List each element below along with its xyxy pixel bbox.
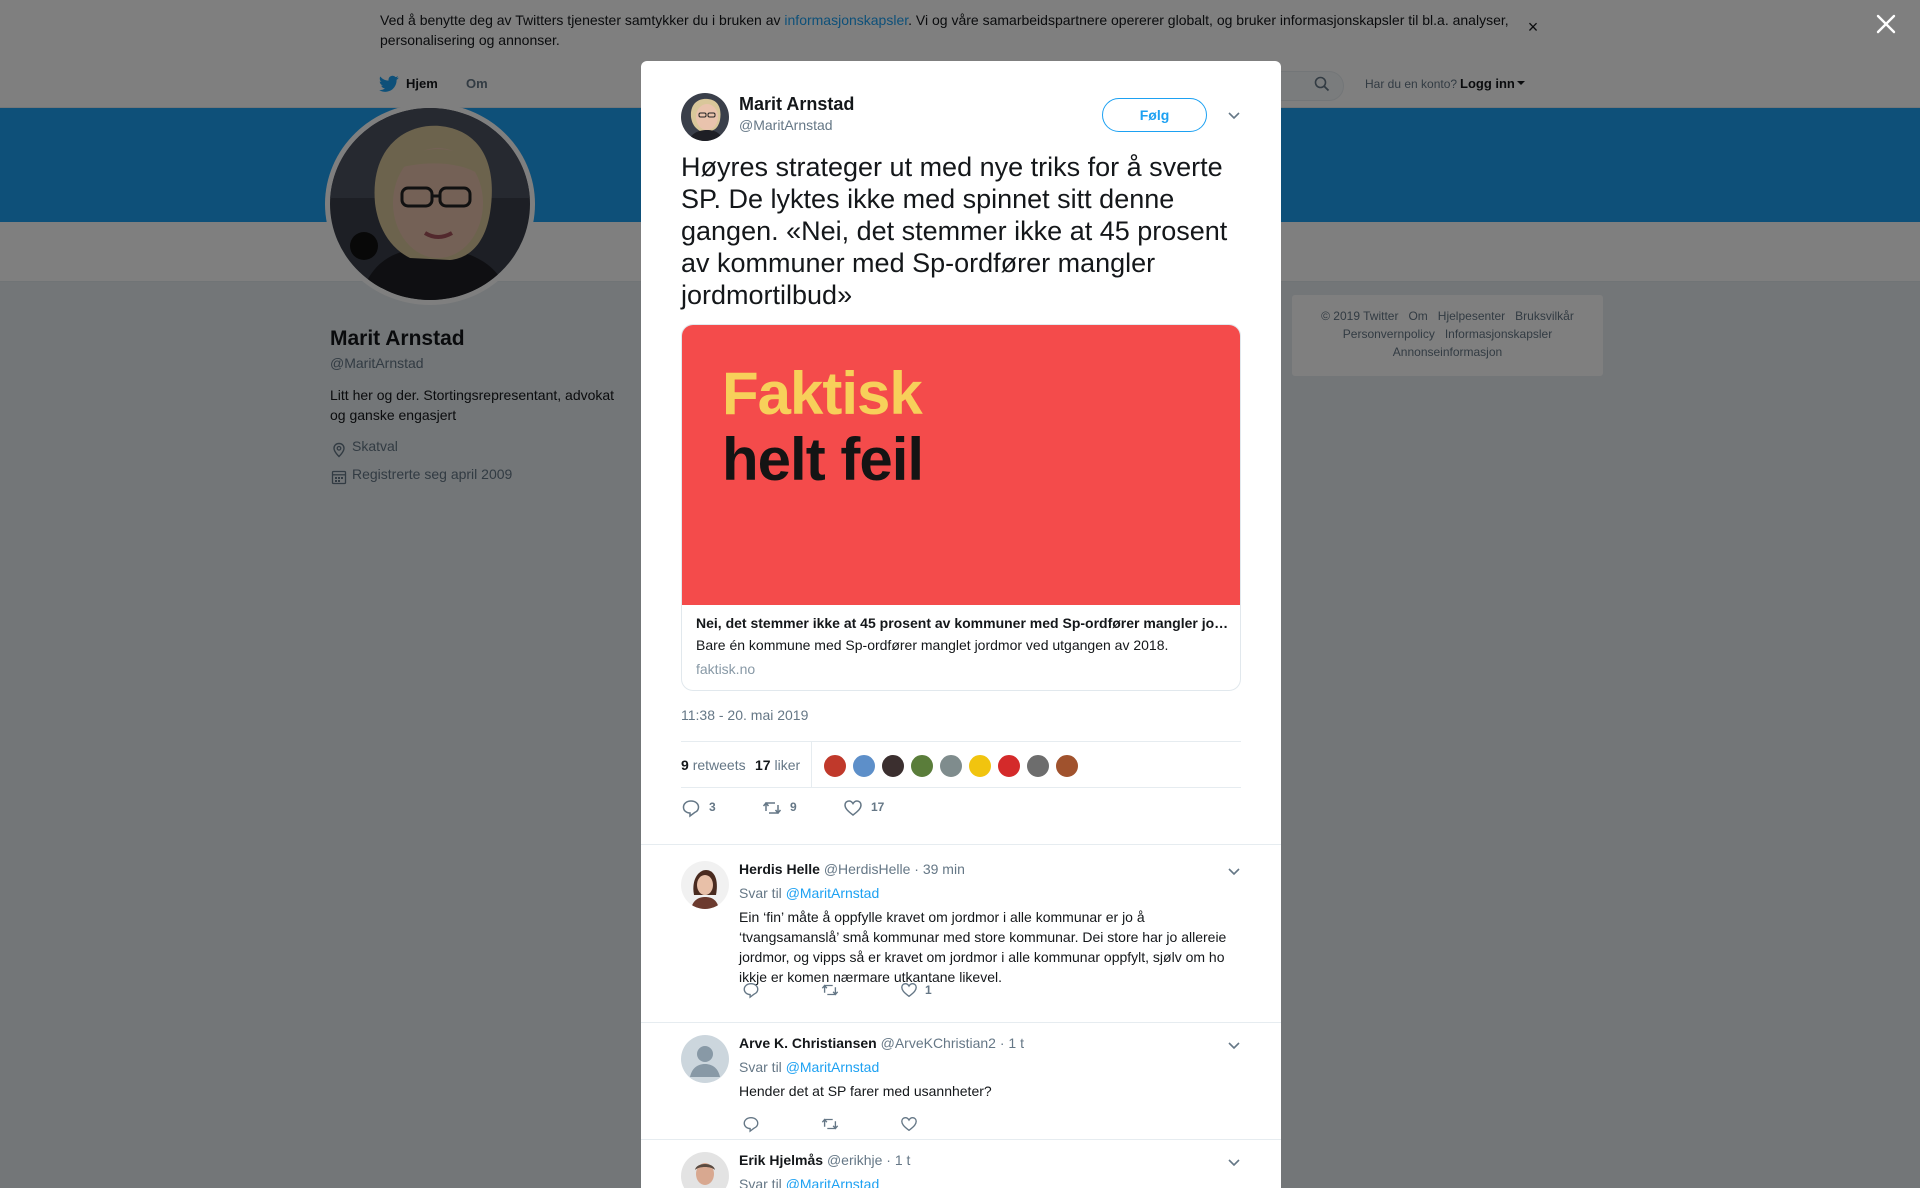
liker-avatar[interactable]: [1055, 754, 1079, 778]
reply-author-name[interactable]: Erik Hjelmås: [739, 1152, 823, 1168]
tweet-stats: 9 retweets 17 liker: [681, 741, 1241, 788]
follow-button[interactable]: Følg: [1102, 98, 1207, 132]
tweet-author-avatar[interactable]: [681, 93, 729, 141]
reply-header: Arve K. Christiansen @ArveKChristian2 · …: [739, 1035, 1024, 1051]
retweet-stat[interactable]: 9 retweets: [681, 757, 746, 773]
reply-count: 3: [709, 800, 716, 814]
card-image-title-line2: helt feil: [722, 426, 924, 493]
reply-to: Svar til @MaritArnstad: [739, 1059, 879, 1075]
reply-item[interactable]: Erik Hjelmås @erikhje · 1 t Svar til @Ma…: [641, 1139, 1281, 1188]
reply-author-handle[interactable]: @erikhje: [827, 1152, 882, 1168]
reply-actions: 1: [739, 981, 1039, 1001]
liker-avatar[interactable]: [852, 754, 876, 778]
like-count: 1: [925, 983, 932, 997]
replies-divider: [641, 836, 1281, 844]
reply-avatar[interactable]: [681, 1152, 729, 1188]
tweet-actions: 3 9 17: [681, 798, 981, 822]
liker-avatar[interactable]: [997, 754, 1021, 778]
liker-avatar[interactable]: [1026, 754, 1050, 778]
reply-to-label: Svar til: [739, 885, 782, 901]
liker-avatar[interactable]: [939, 754, 963, 778]
tweet-modal: Marit Arnstad @MaritArnstad Følg Høyres …: [641, 61, 1281, 1188]
retweet-icon: [821, 984, 839, 996]
retweet-stat-label: retweets: [692, 757, 746, 773]
reply-author-name[interactable]: Herdis Helle: [739, 861, 820, 877]
reply-avatar[interactable]: [681, 861, 729, 909]
link-card[interactable]: Faktisk helt feil Nei, det stemmer ikke …: [681, 324, 1241, 691]
reply-to-link[interactable]: @MaritArnstad: [786, 1176, 880, 1188]
chevron-down-icon[interactable]: [1227, 1038, 1241, 1052]
reply-to-label: Svar til: [739, 1176, 782, 1188]
liker-avatar[interactable]: [881, 754, 905, 778]
reply-text: Ein ‘fin’ måte å oppfylle kravet om jord…: [739, 909, 1227, 985]
liker-avatar[interactable]: [823, 754, 847, 778]
reply-to-link[interactable]: @MaritArnstad: [786, 1059, 880, 1075]
heart-icon: [844, 800, 862, 816]
reply-time[interactable]: · 1 t: [886, 1152, 910, 1168]
card-image-title-line1: Faktisk: [722, 360, 923, 427]
reply-author-handle[interactable]: @HerdisHelle: [824, 861, 911, 877]
card-domain: faktisk.no: [696, 661, 756, 677]
reply-header: Herdis Helle @HerdisHelle · 39 min: [739, 861, 965, 877]
card-description: Bare én kommune med Sp-ordfører manglet …: [696, 637, 1169, 653]
reply-time[interactable]: · 1 t: [1000, 1035, 1024, 1051]
liker-avatar[interactable]: [910, 754, 934, 778]
reply-time[interactable]: · 39 min: [914, 861, 965, 877]
card-title[interactable]: Nei, det stemmer ikke at 45 prosent av k…: [696, 615, 1231, 631]
reply-text: Hender det at SP farer med usannheter?: [739, 1083, 992, 1099]
retweet-icon: [821, 1118, 839, 1130]
card-image[interactable]: Faktisk helt feil: [682, 325, 1240, 605]
tweet-text: Høyres strateger ut med nye triks for å …: [681, 152, 1228, 310]
chevron-down-icon[interactable]: [1227, 1155, 1241, 1169]
retweet-stat-number: 9: [681, 757, 689, 773]
chevron-down-icon[interactable]: [1227, 864, 1241, 878]
reply-item[interactable]: Herdis Helle @HerdisHelle · 39 min Svar …: [641, 844, 1281, 1022]
reply-author-handle[interactable]: @ArveKChristian2: [881, 1035, 996, 1051]
heart-icon: [901, 983, 917, 998]
reply-actions: [739, 1115, 1039, 1135]
heart-icon: [901, 1117, 917, 1132]
reply-to: Svar til @MaritArnstad: [739, 1176, 879, 1188]
reply-to-link[interactable]: @MaritArnstad: [786, 885, 880, 901]
reply-icon: [682, 800, 700, 818]
reply-avatar[interactable]: [681, 1035, 729, 1083]
retweet-count: 9: [790, 800, 797, 814]
reply-to-label: Svar til: [739, 1059, 782, 1075]
chevron-down-icon[interactable]: [1227, 108, 1241, 122]
reply-header: Erik Hjelmås @erikhje · 1 t: [739, 1152, 910, 1168]
reply-icon: [743, 1117, 759, 1133]
tweet-author-handle[interactable]: @MaritArnstad: [739, 117, 833, 133]
reply-author-name[interactable]: Arve K. Christiansen: [739, 1035, 877, 1051]
retweet-icon: [762, 801, 782, 815]
stats-divider: [811, 742, 812, 787]
like-stat-label: liker: [774, 757, 801, 773]
like-count: 17: [871, 800, 885, 814]
liker-avatar[interactable]: [968, 754, 992, 778]
reply-item[interactable]: Arve K. Christiansen @ArveKChristian2 · …: [641, 1022, 1281, 1139]
like-stat-number: 17: [755, 757, 771, 773]
tweet-timestamp[interactable]: 11:38 - 20. mai 2019: [681, 707, 808, 723]
reply-icon: [743, 983, 759, 999]
like-stat[interactable]: 17 liker: [755, 757, 800, 773]
reply-to: Svar til @MaritArnstad: [739, 885, 879, 901]
tweet-author-name[interactable]: Marit Arnstad: [739, 94, 854, 115]
close-icon[interactable]: [1874, 12, 1898, 36]
